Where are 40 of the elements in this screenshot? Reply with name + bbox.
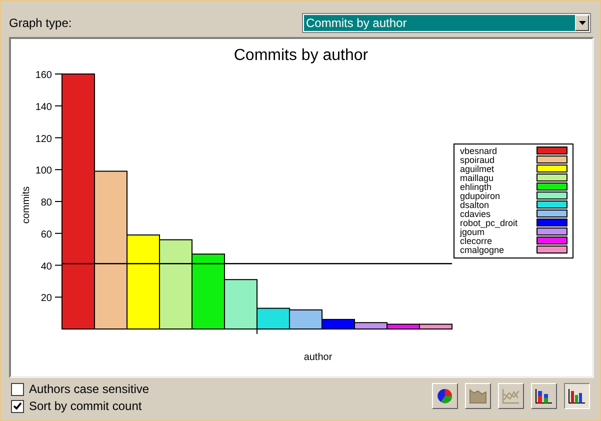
y-tick-label: 120 xyxy=(35,134,52,145)
graph-type-label: Graph type: xyxy=(9,15,72,32)
x-axis-label: author xyxy=(304,352,332,363)
pie-chart-icon xyxy=(437,388,453,404)
legend-label: clecorre xyxy=(460,236,492,246)
y-tick-label: 140 xyxy=(35,102,52,113)
legend-label: aguilmet xyxy=(460,164,494,174)
bar-chart-icon xyxy=(568,388,586,404)
dropdown-arrow-button[interactable] xyxy=(575,15,589,31)
area-chart-icon xyxy=(469,388,487,404)
caret-icon xyxy=(578,21,586,25)
pie-chart-button[interactable] xyxy=(432,383,458,409)
legend-label: ehlingth xyxy=(460,182,492,192)
y-tick-label: 160 xyxy=(35,70,52,81)
y-axis-label: commits xyxy=(21,186,32,224)
stacked-bar-icon xyxy=(535,388,553,404)
legend-label: cdavies xyxy=(460,209,491,219)
legend-label: gdupoiron xyxy=(460,191,500,201)
y-tick-label: 60 xyxy=(40,229,52,240)
checkbox[interactable] xyxy=(11,400,24,412)
line-chart-icon xyxy=(502,388,520,404)
legend-label: cmalgogne xyxy=(460,245,504,255)
y-tick-label: 80 xyxy=(40,198,52,208)
legend-label: spoiraud xyxy=(460,155,495,165)
y-tick-label: 40 xyxy=(40,261,52,272)
chart-title: Commits by author xyxy=(234,47,368,64)
checkbox-label: Authors case sensitive xyxy=(29,381,150,398)
checkbox[interactable] xyxy=(11,382,24,396)
legend-label: vbesnard xyxy=(460,146,498,156)
check-icon xyxy=(13,402,22,410)
legend-label: maillagu xyxy=(460,173,494,183)
legend-label: dsalton xyxy=(460,200,490,210)
checkbox-label: Sort by commit count xyxy=(29,398,142,415)
y-tick-label: 100 xyxy=(35,166,52,177)
bar-chart-button[interactable] xyxy=(564,383,590,409)
stacked-chart-button[interactable] xyxy=(531,383,557,409)
graph-type-dropdown[interactable]: Commits by author xyxy=(302,13,591,33)
legend-label: jgoum xyxy=(460,227,485,237)
legend-label: robot_pc_droit xyxy=(460,218,518,228)
y-tick-label: 20 xyxy=(40,293,52,304)
